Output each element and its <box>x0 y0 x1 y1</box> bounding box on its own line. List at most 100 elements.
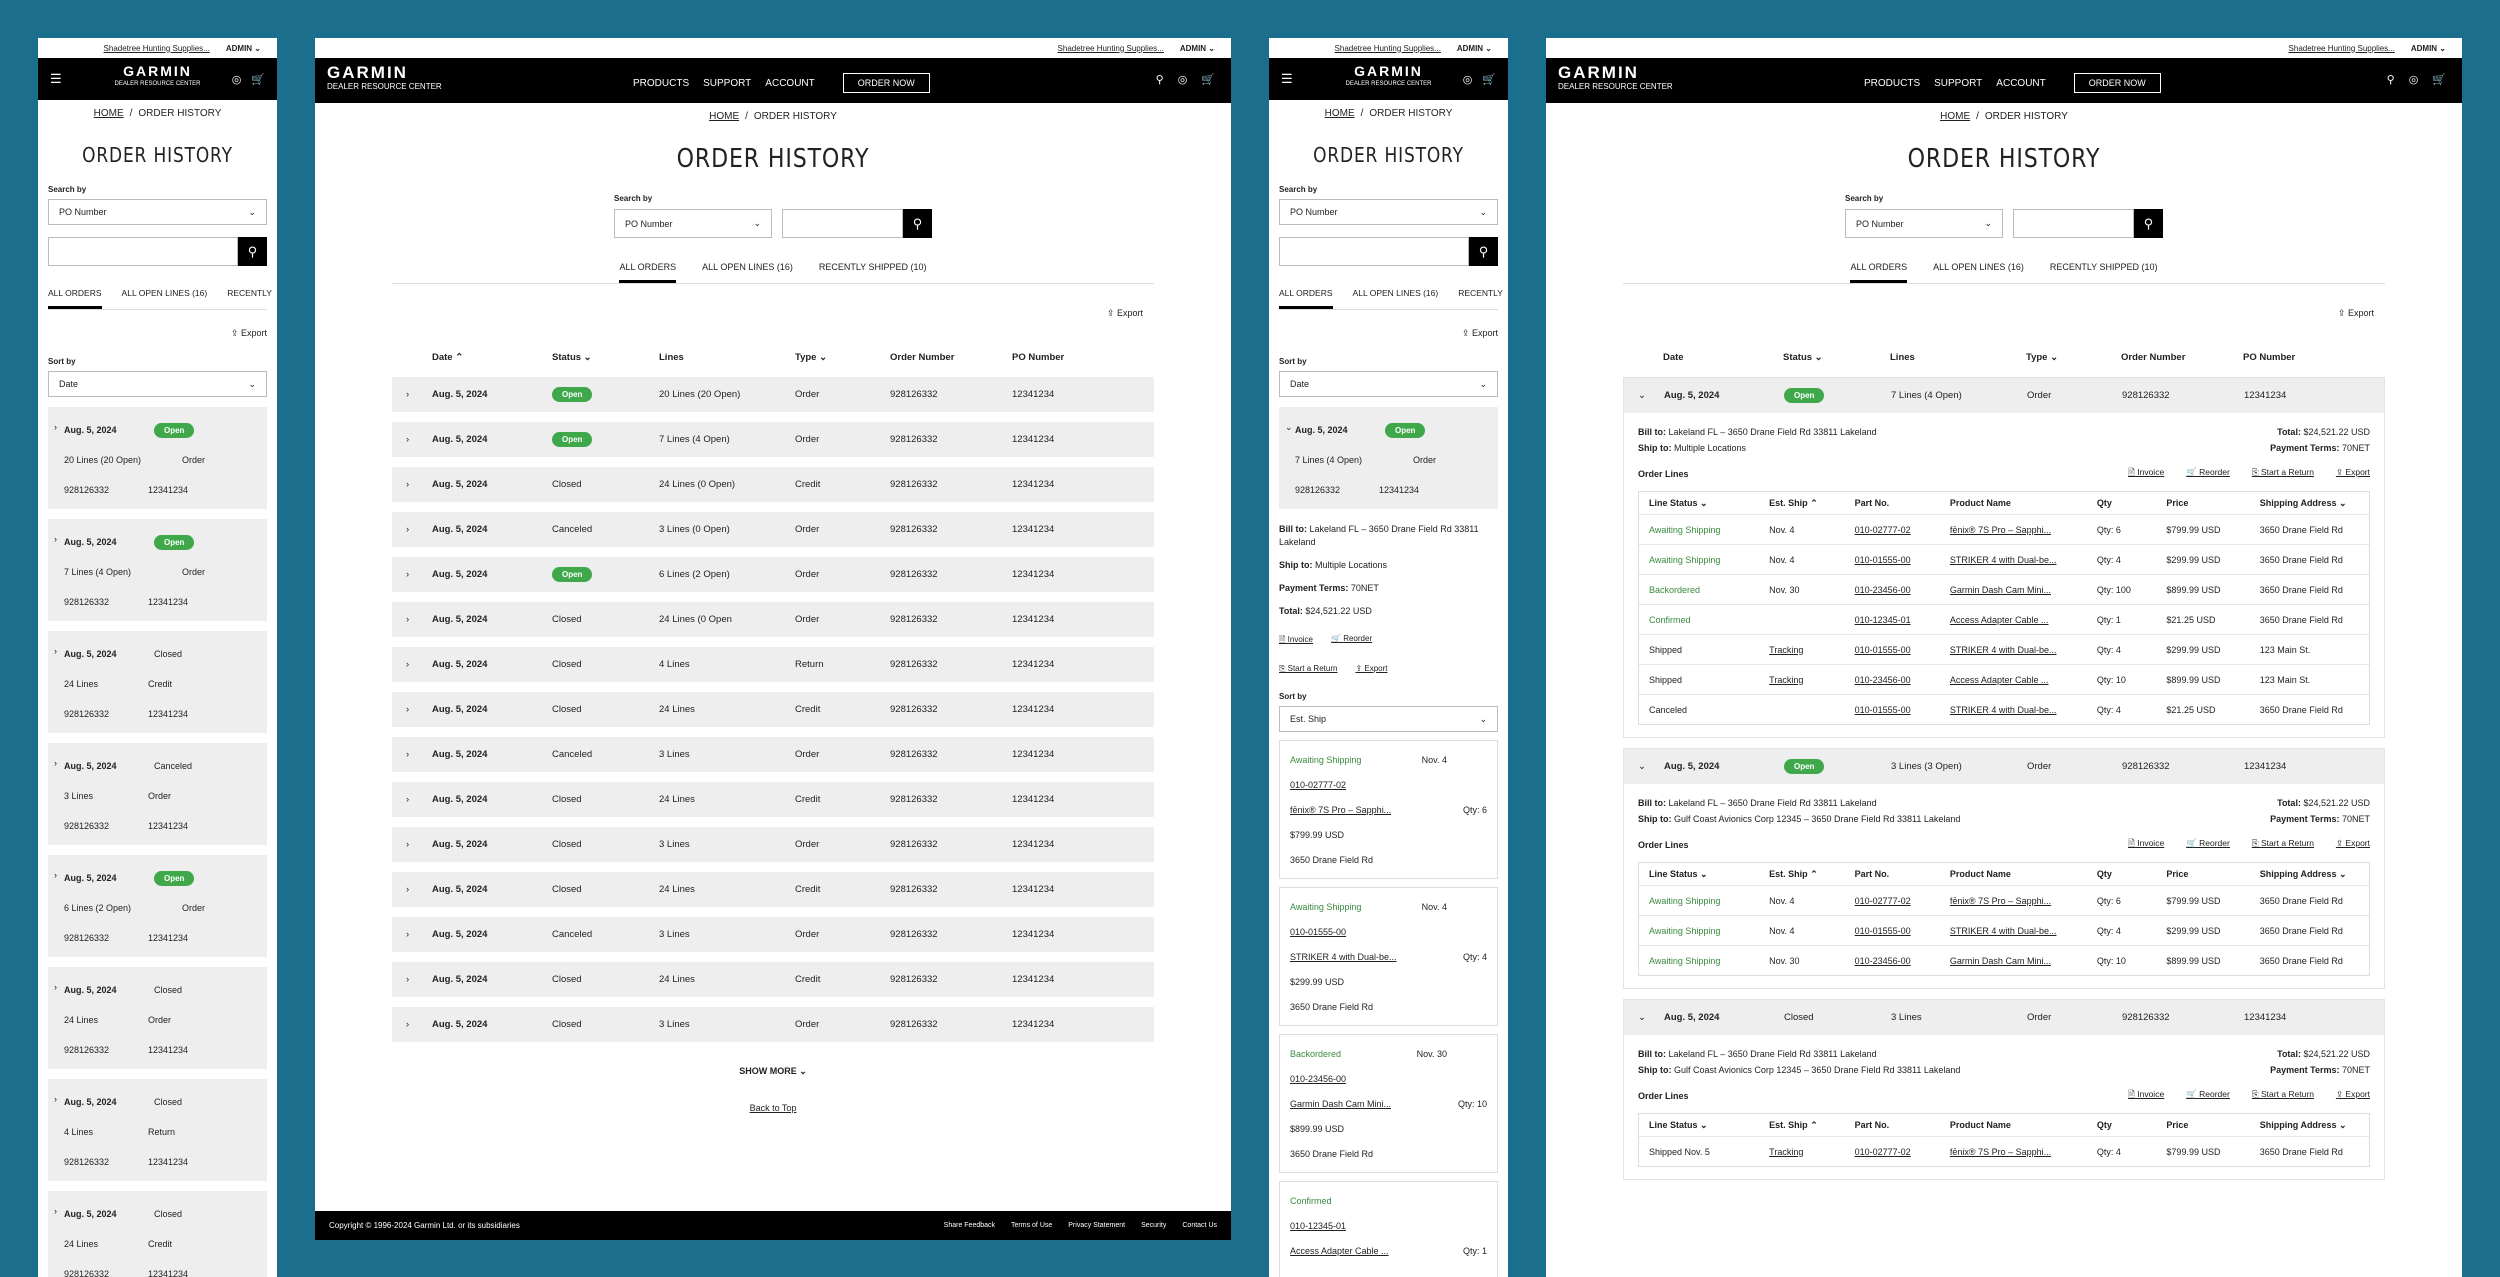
admin-menu[interactable]: ADMIN ⌄ <box>1457 44 1492 53</box>
order-group-header[interactable]: ⌄ Aug. 5, 2024 Open 7 Lines (4 Open) Order 92… <box>1624 378 2384 413</box>
menu-icon[interactable]: ☰ <box>1281 71 1293 87</box>
order-now-button[interactable]: ORDER NOW <box>2073 73 2161 93</box>
col-status[interactable]: Status ⌄ <box>1783 352 1890 363</box>
export-button[interactable]: ⇪ Export <box>1634 308 2374 319</box>
part-number-link[interactable]: 010-12345-01 <box>1290 1221 1346 1231</box>
menu-icon[interactable]: ☰ <box>50 71 62 87</box>
col-date[interactable]: Date <box>1663 352 1783 363</box>
line-col-ship[interactable]: Est. Ship ⌃ <box>1769 1120 1854 1131</box>
nav-support[interactable]: SUPPORT <box>1934 78 1982 89</box>
cart-icon[interactable]: 🛒 <box>251 73 265 86</box>
chevron-right-icon[interactable]: › <box>406 1019 409 1030</box>
export-button[interactable]: ⇪ Export <box>2336 1089 2370 1103</box>
footer-link-terms[interactable]: Terms of Use <box>1011 1222 1052 1229</box>
chevron-right-icon[interactable]: › <box>406 839 409 850</box>
search-button[interactable]: ⚲ <box>2134 209 2163 238</box>
part-number-link[interactable]: 010-01555-00 <box>1855 645 1950 655</box>
line-col-ship[interactable]: Est. Ship ⌃ <box>1769 869 1854 880</box>
breadcrumb-home[interactable]: HOME <box>1940 111 1970 122</box>
account-icon[interactable]: ◎ <box>1178 73 1188 86</box>
cart-icon[interactable]: 🛒 <box>1482 73 1496 86</box>
order-card[interactable]: › Aug. 5, 2024 Closed 24 Lines Order 92812633… <box>48 967 267 1069</box>
product-name-link[interactable]: Garmin Dash Cam Mini... <box>1950 956 2097 966</box>
dealer-selector[interactable]: Shadetree Hunting Supplies... <box>1335 44 1441 53</box>
product-name-link[interactable]: STRIKER 4 with Dual-be... <box>1950 926 2097 936</box>
chevron-right-icon[interactable]: › <box>406 929 409 940</box>
search-input[interactable] <box>1279 237 1469 266</box>
garmin-logo[interactable]: GARMIN DEALER RESOURCE CENTER <box>114 64 200 89</box>
chevron-right-icon[interactable]: › <box>406 434 409 445</box>
chevron-right-icon[interactable]: › <box>54 1094 57 1104</box>
breadcrumb-home[interactable]: HOME <box>709 111 739 122</box>
table-row[interactable]: › Aug. 5, 2024 Closed 3 Lines Order 928126332… <box>392 1007 1154 1042</box>
chevron-down-icon[interactable]: ⌄ <box>1638 1012 1646 1023</box>
table-row[interactable]: › Aug. 5, 2024 Open 7 Lines (4 Open) Order 92… <box>392 422 1154 457</box>
product-name-link[interactable]: STRIKER 4 with Dual-be... <box>1950 645 2097 655</box>
product-name-link[interactable]: fēnix® 7S Pro – Sapphi... <box>1950 1147 2097 1157</box>
export-button[interactable]: ⇪ Export <box>2336 838 2370 852</box>
admin-menu[interactable]: ADMIN ⌄ <box>226 44 261 53</box>
search-button[interactable]: ⚲ <box>238 237 267 266</box>
order-card[interactable]: › Aug. 5, 2024 Closed 24 Lines Credit 9281263… <box>48 1191 267 1277</box>
col-status[interactable]: Status ⌄ <box>552 352 659 363</box>
tab-open-lines[interactable]: ALL OPEN LINES (16) <box>1933 262 2024 283</box>
part-number-link[interactable]: 010-23456-00 <box>1290 1074 1346 1084</box>
product-name-link[interactable]: STRIKER 4 with Dual-be... <box>1290 952 1397 962</box>
tab-all-orders[interactable]: ALL ORDERS <box>619 262 677 283</box>
nav-products[interactable]: PRODUCTS <box>1864 78 1920 89</box>
table-row[interactable]: › Aug. 5, 2024 Closed 24 Lines Credit 9281263… <box>392 692 1154 727</box>
col-type[interactable]: Type ⌄ <box>795 352 890 363</box>
footer-link-contact[interactable]: Contact Us <box>1182 1222 1217 1229</box>
part-number-link[interactable]: 010-12345-01 <box>1855 615 1950 625</box>
line-col-status[interactable]: Line Status ⌄ <box>1649 498 1769 509</box>
cart-icon[interactable]: 🛒 <box>1201 73 1215 86</box>
product-name-link[interactable]: fēnix® 7S Pro – Sapphi... <box>1290 805 1391 815</box>
chevron-right-icon[interactable]: › <box>406 974 409 985</box>
footer-link-security[interactable]: Security <box>1141 1222 1166 1229</box>
product-name-link[interactable]: STRIKER 4 with Dual-be... <box>1950 705 2097 715</box>
export-button[interactable]: ⇪ Export <box>1279 328 1498 339</box>
order-group-header[interactable]: ⌄ Aug. 5, 2024 Closed 3 Lines Order 928126332… <box>1624 1000 2384 1035</box>
search-by-select[interactable]: PO Number ⌄ <box>1845 209 2003 238</box>
tab-recently-shipped[interactable]: RECENTLY <box>227 288 272 309</box>
lines-sort-select[interactable]: Est. Ship ⌄ <box>1279 706 1498 732</box>
chevron-right-icon[interactable]: › <box>54 982 57 992</box>
garmin-logo[interactable]: GARMIN DEALER RESOURCE CENTER <box>1558 64 1673 92</box>
table-row[interactable]: › Aug. 5, 2024 Closed 24 Lines Credit 9281263… <box>392 872 1154 907</box>
invoice-button[interactable]: 🗎 Invoice <box>2128 1089 2164 1103</box>
chevron-right-icon[interactable]: › <box>54 870 57 880</box>
est-ship[interactable]: Tracking <box>1769 675 1854 685</box>
dealer-selector[interactable]: Shadetree Hunting Supplies... <box>2289 44 2395 53</box>
start-return-button[interactable]: ⎘ Start a Return <box>2252 1089 2314 1103</box>
search-button[interactable]: ⚲ <box>1469 237 1498 266</box>
order-group-header[interactable]: ⌄ Aug. 5, 2024 Open 3 Lines (3 Open) Order 92… <box>1624 749 2384 784</box>
chevron-right-icon[interactable]: › <box>406 614 409 625</box>
order-card[interactable]: › Aug. 5, 2024 Open 6 Lines (2 Open) Order 92… <box>48 855 267 957</box>
chevron-right-icon[interactable]: › <box>406 704 409 715</box>
breadcrumb-home[interactable]: HOME <box>1325 108 1355 119</box>
footer-link-privacy[interactable]: Privacy Statement <box>1068 1222 1125 1229</box>
export-button[interactable]: ⇪ Export <box>403 308 1143 319</box>
part-number-link[interactable]: 010-01555-00 <box>1290 927 1346 937</box>
dealer-selector[interactable]: Shadetree Hunting Supplies... <box>104 44 210 53</box>
chevron-right-icon[interactable]: › <box>54 646 57 656</box>
dealer-selector[interactable]: Shadetree Hunting Supplies... <box>1058 44 1164 53</box>
est-ship[interactable]: Tracking <box>1769 645 1854 655</box>
tab-recently-shipped[interactable]: RECENTLY <box>1458 288 1503 309</box>
chevron-right-icon[interactable]: › <box>406 524 409 535</box>
product-name-link[interactable]: STRIKER 4 with Dual-be... <box>1950 555 2097 565</box>
product-name-link[interactable]: fēnix® 7S Pro – Sapphi... <box>1950 525 2097 535</box>
breadcrumb-home[interactable]: HOME <box>94 108 124 119</box>
order-card[interactable]: › Aug. 5, 2024 Closed 24 Lines Credit 9281263… <box>48 631 267 733</box>
line-col-addr[interactable]: Shipping Address ⌄ <box>2260 498 2369 509</box>
account-icon[interactable]: ◎ <box>2409 73 2419 86</box>
chevron-right-icon[interactable]: › <box>406 794 409 805</box>
admin-menu[interactable]: ADMIN ⌄ <box>1180 44 1215 53</box>
account-icon[interactable]: ◎ <box>1463 73 1473 86</box>
chevron-right-icon[interactable]: › <box>406 749 409 760</box>
part-number-link[interactable]: 010-02777-02 <box>1290 780 1346 790</box>
sort-select[interactable]: Date ⌄ <box>1279 371 1498 397</box>
tab-recently-shipped[interactable]: RECENTLY SHIPPED (10) <box>819 262 927 283</box>
line-col-addr[interactable]: Shipping Address ⌄ <box>2260 869 2369 880</box>
product-name-link[interactable]: Access Adapter Cable ... <box>1950 615 2097 625</box>
